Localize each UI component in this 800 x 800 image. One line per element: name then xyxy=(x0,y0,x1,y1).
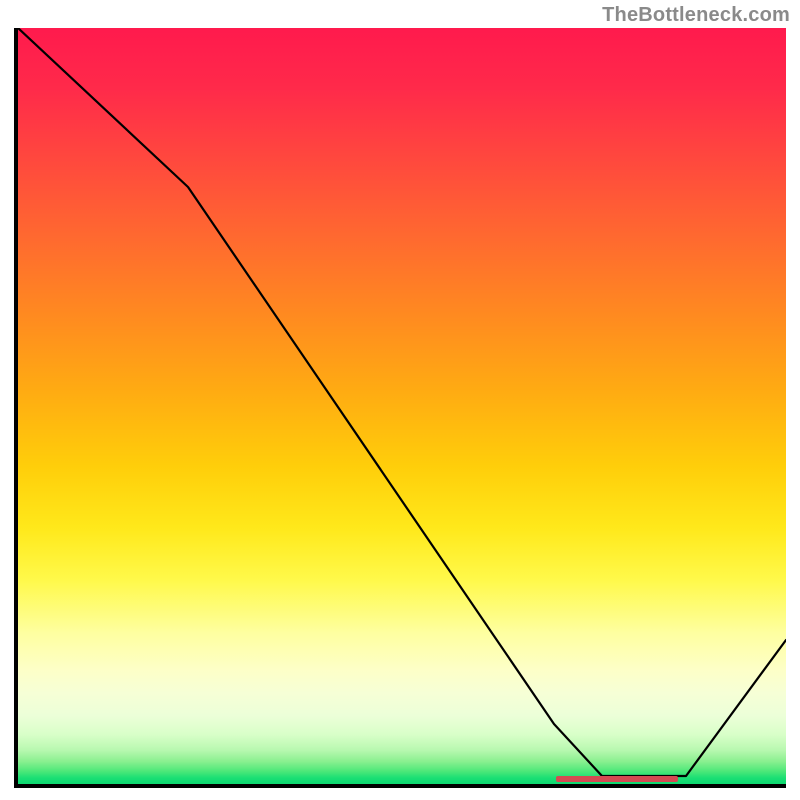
line-curve xyxy=(18,28,786,784)
plot-area xyxy=(14,28,786,788)
attribution-label: TheBottleneck.com xyxy=(602,4,790,27)
curve-path xyxy=(18,28,786,776)
chart-container: TheBottleneck.com xyxy=(0,0,800,800)
valley-marker xyxy=(556,776,679,782)
